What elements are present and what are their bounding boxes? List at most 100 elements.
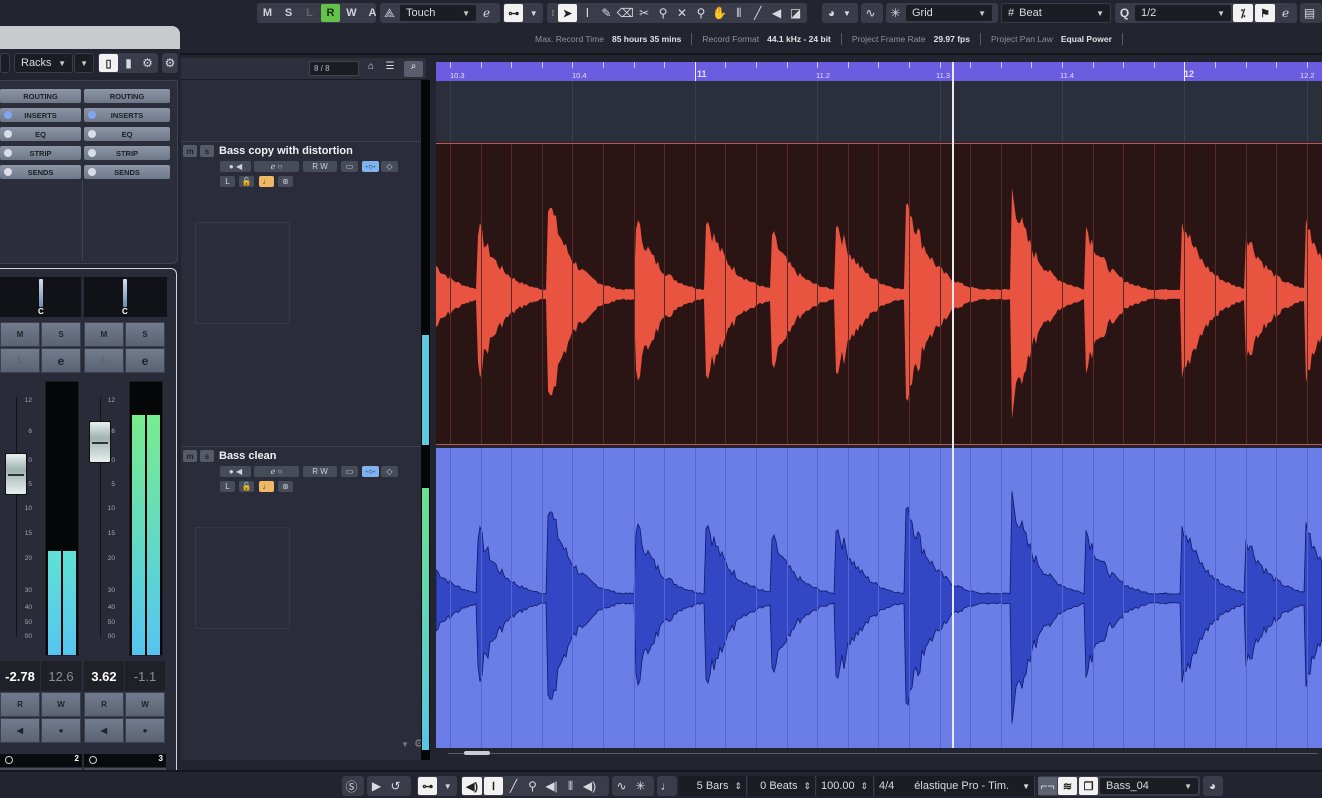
left-zone-tab[interactable] (0, 26, 180, 49)
chevron-down-icon[interactable]: ▼ (841, 4, 853, 22)
erase-icon[interactable]: ⌫ (616, 4, 635, 22)
signature-algorithm-field[interactable]: 4/4 élastique Pro - Tim. ▼ (875, 776, 1035, 796)
split-icon[interactable]: ✂ (635, 4, 654, 22)
solo-button[interactable]: s (200, 145, 214, 157)
length-bars-field[interactable]: 5 Bars ⇕ (679, 776, 747, 796)
strip-button[interactable]: STRIP (84, 146, 170, 160)
hand-icon[interactable]: ✋ (710, 4, 729, 22)
listen-button[interactable]: L (84, 348, 124, 373)
strip-button[interactable]: STRIP (0, 146, 81, 160)
channel-select-icon[interactable] (89, 756, 97, 764)
edit-channel-button[interactable]: ℯ ○ (254, 466, 299, 477)
mute-state-button[interactable]: M (258, 4, 277, 22)
settings-panel-icon[interactable]: ⚙ (138, 54, 157, 72)
view-options-dropdown[interactable]: ▼ (74, 53, 94, 73)
quantize-edit-icon[interactable]: ℯ (1276, 4, 1295, 22)
eq-button[interactable]: EQ (0, 127, 81, 141)
audio-event-distortion[interactable] (436, 143, 1322, 445)
loop-icon[interactable]: ↺ (386, 777, 405, 795)
chevron-down-icon[interactable]: ▼ (438, 777, 457, 795)
write-automation-button[interactable]: W (342, 4, 361, 22)
frame-rate-value[interactable]: 29.97 fps (934, 34, 970, 44)
pan-control[interactable]: C (0, 277, 81, 317)
audio-event-clean[interactable] (436, 448, 1322, 748)
grid-type-select[interactable]: # Beat ▼ (1001, 3, 1111, 23)
mute-button[interactable]: M (84, 322, 124, 347)
sends-button[interactable]: SENDS (84, 165, 170, 179)
pan-law-value[interactable]: Equal Power (1061, 34, 1112, 44)
record-enable-button[interactable]: ● (125, 718, 165, 743)
solo-state-button[interactable]: S (279, 4, 298, 22)
pan-control[interactable]: C (84, 277, 167, 317)
palette-icon[interactable]: ◕ (1203, 777, 1222, 795)
autoscroll-icon[interactable]: ⊶ (504, 4, 524, 22)
scrub-icon[interactable]: ◀| (542, 777, 561, 795)
read-automation-button[interactable]: R (84, 692, 124, 717)
track-name[interactable]: Bass copy with distortion (219, 145, 353, 157)
diamond-icon[interactable]: ◇ (381, 161, 398, 172)
read-write-buttons[interactable]: R W (303, 466, 337, 477)
chevron-down-icon[interactable] (0, 53, 10, 73)
sends-button[interactable]: SENDS (0, 165, 81, 179)
timeline-ruler[interactable]: 10.3 10.4 11 11.2 11.3 11.4 12 12.2 (436, 62, 1322, 81)
algorithm-select[interactable]: élastique Pro - Tim. (914, 780, 1009, 792)
autoscroll-icon[interactable]: ⊶ (418, 777, 438, 795)
length-beats-field[interactable]: 0 Beats ⇕ (748, 776, 816, 796)
variation-select[interactable]: Bass_04 ▼ (1099, 777, 1199, 795)
layers-icon[interactable]: ≋ (1058, 777, 1077, 795)
range-selection-icon[interactable]: Ⅰ (578, 4, 597, 22)
timebase-icon[interactable]: ⊛ (278, 481, 293, 492)
stepper-icon[interactable]: ⇕ (861, 781, 869, 792)
insert-icon[interactable]: -○- (362, 161, 379, 172)
lock-icon[interactable]: 🔓 (239, 481, 254, 492)
range-selection-icon[interactable]: Ⅰ (484, 777, 503, 795)
track-header[interactable]: m s Bass clean ● ◀ ℯ ○ R W ▭ -○- ◇ L 🔓 ♩… (181, 447, 421, 751)
line-icon[interactable]: ╱ (748, 4, 767, 22)
edit-channel-button[interactable]: e (41, 348, 81, 373)
peak-value[interactable]: -1.1 (125, 661, 165, 691)
palette-icon[interactable]: ◕ (822, 4, 841, 22)
read-write-buttons[interactable]: R W (303, 161, 337, 172)
play-tool-icon[interactable]: ◀ (767, 4, 786, 22)
musical-time-icon[interactable]: ♩ (259, 481, 274, 492)
draw-icon[interactable]: ╱ (504, 777, 523, 795)
scroll-thumb[interactable] (464, 751, 490, 755)
quantize-icon[interactable]: Q (1115, 4, 1134, 22)
fit-icon[interactable]: ⌐¬ (1038, 777, 1057, 795)
listen-state-button[interactable]: L (300, 4, 319, 22)
lanes-icon[interactable]: ▭ (341, 161, 358, 172)
record-monitor-buttons[interactable]: ● ◀ (220, 161, 251, 172)
monitor-button[interactable]: ◀ (84, 718, 124, 743)
stack-icon[interactable]: ❐ (1079, 777, 1098, 795)
playhead-cursor[interactable] (952, 62, 954, 748)
zoom-icon[interactable]: ⚲ (692, 4, 711, 22)
solo-button[interactable]: S (125, 322, 165, 347)
tempo-field[interactable]: 100.00 ⇕ (817, 776, 874, 796)
read-automation-button[interactable]: R (0, 692, 40, 717)
record-format-value[interactable]: 44.1 kHz - 24 bit (767, 34, 831, 44)
snap-icon[interactable]: ✳ (631, 777, 650, 795)
write-automation-button[interactable]: W (125, 692, 165, 717)
list-icon[interactable]: ☰ (382, 61, 398, 76)
comp-icon[interactable]: ⫴ (729, 4, 748, 22)
read-automation-button[interactable]: R (321, 4, 340, 22)
inserts-button[interactable]: INSERTS (0, 108, 81, 122)
volume-value[interactable]: -2.78 (0, 661, 40, 691)
draw-icon[interactable]: ✎ (597, 4, 616, 22)
audition-icon[interactable]: ◀) (462, 777, 482, 795)
quantize-value-select[interactable]: 1/2 ▼ (1134, 4, 1232, 22)
channel-select-icon[interactable] (5, 756, 13, 764)
home-icon[interactable]: ⌂ (363, 61, 379, 76)
search-icon[interactable]: ⌕ (404, 61, 423, 77)
lanes-icon[interactable]: ▭ (341, 466, 358, 477)
routing-button[interactable]: ROUTING (84, 89, 170, 103)
mute-button[interactable]: m (183, 450, 197, 462)
track-count-field[interactable]: 8 / 8 (309, 61, 359, 76)
solo-editor-icon[interactable]: Ⓢ (342, 777, 361, 795)
chevron-down-icon[interactable]: ▼ (524, 4, 543, 22)
object-selection-icon[interactable]: ➤ (557, 4, 577, 22)
solo-button[interactable]: s (200, 450, 214, 462)
suspend-automation-icon[interactable]: ℯ (477, 4, 496, 22)
eq-button[interactable]: EQ (84, 127, 170, 141)
gear-icon[interactable]: ⚙ (162, 54, 178, 72)
